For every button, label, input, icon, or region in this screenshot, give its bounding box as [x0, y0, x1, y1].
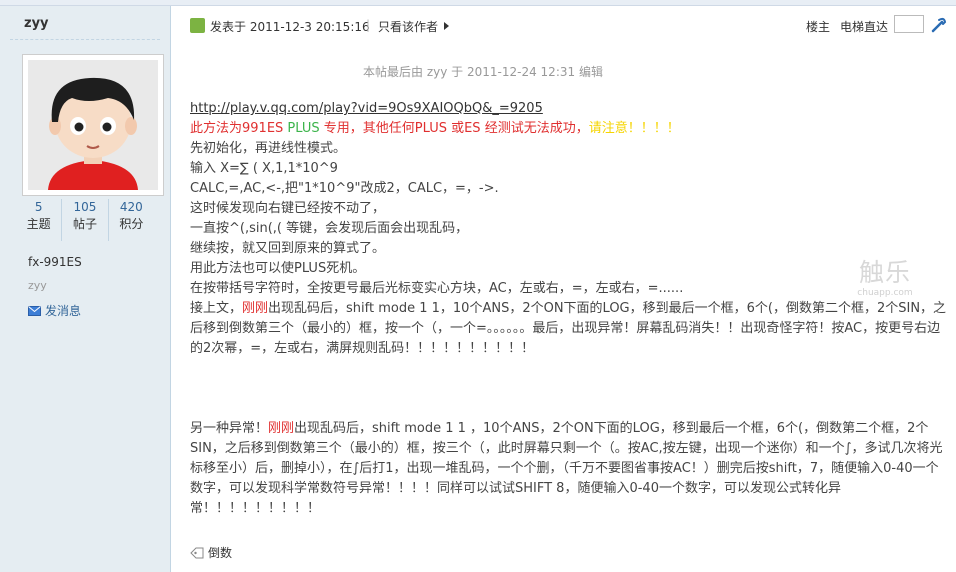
- send-message-label: 发消息: [45, 304, 82, 318]
- stat-number: 105: [73, 200, 97, 214]
- watermark-logo: 触乐: [858, 258, 911, 287]
- only-author-label: 只看该作者: [378, 20, 439, 34]
- envelope-icon: [28, 305, 41, 316]
- post-header: 发表于 2011-12-3 20:15:16 | 只看该作者 楼主 电梯直达: [190, 15, 950, 36]
- paragraph: 另一种异常！刚刚出现乱码后，shift mode 1 1 ，10个ANS，2个O…: [190, 419, 950, 519]
- separator: |: [366, 18, 371, 32]
- warning-plus: PLUS: [287, 121, 320, 136]
- tag-link[interactable]: 倒数: [190, 544, 232, 561]
- video-link[interactable]: http://play.v.qq.com/play?vid=9Os9XAIOQb…: [190, 101, 543, 116]
- elevator-label: 电梯直达: [840, 20, 889, 34]
- post-content: http://play.v.qq.com/play?vid=9Os9XAIOQb…: [190, 99, 950, 519]
- floor-label: 楼主: [806, 20, 831, 34]
- paragraph-text: 出现乱码后，shift mode 1 1，10个ANS，2个ON下面的LOG，移…: [190, 301, 947, 356]
- edit-note: 本帖最后由 zyy 于 2011-12-24 12:31 编辑: [363, 65, 603, 79]
- jump-go-icon[interactable]: [930, 16, 948, 34]
- stat-label: 积分: [119, 217, 144, 231]
- stat-label: 主题: [26, 217, 51, 231]
- text-line: CALC,=,AC,<-,把"1*10^9"改成2，CALC，=，->.: [190, 181, 499, 196]
- stat-number: 420: [119, 200, 143, 214]
- online-status-icon: [190, 18, 205, 33]
- divider: [10, 39, 160, 40]
- text-line: 一直按^(,sin(,( 等键，会发现后面会出现乱码，: [190, 221, 469, 236]
- cartoon-boy-avatar-icon: [28, 60, 158, 190]
- warning-line: 此方法为991ES PLUS 专用，其他任何PLUS 或ES 经测试无法成功，请…: [190, 119, 950, 139]
- watermark: 触乐 chuapp.com: [852, 258, 918, 298]
- highlight-text: 刚刚: [242, 301, 269, 316]
- user-group: zyy: [28, 279, 47, 292]
- paragraph-text: 出现乱码后，shift mode 1 1 ，10个ANS，2个ON下面的LOG，…: [190, 421, 943, 516]
- highlight-text: 刚刚: [268, 421, 295, 436]
- user-stats: 5 主题 105 帖子 420 积分: [16, 199, 154, 241]
- text-line: 输入 X=∑ ( X,1,1*10^9: [190, 161, 338, 176]
- avatar[interactable]: [22, 54, 164, 196]
- tag-label: 倒数: [208, 546, 233, 560]
- text-line: 用此方法也可以使PLUS死机。: [190, 261, 366, 276]
- only-author-link[interactable]: 只看该作者: [378, 18, 450, 35]
- arrow-right-icon: [444, 22, 450, 30]
- send-message-button[interactable]: 发消息: [28, 302, 81, 319]
- user-title: fx-991ES: [28, 255, 82, 269]
- watermark-url: chuapp.com: [857, 288, 913, 298]
- floor-jump-input[interactable]: [894, 15, 924, 33]
- post-date: 发表于 2011-12-3 20:15:16: [210, 20, 370, 34]
- stat-number: 5: [34, 200, 43, 214]
- text-line: 这时候发现向右键已经按不动了，: [190, 201, 386, 216]
- stat-posts[interactable]: 105 帖子: [61, 199, 107, 241]
- paragraph-text: 接上文，: [190, 301, 243, 316]
- warning-notice: 请注意！！！！: [588, 121, 680, 136]
- stat-label: 帖子: [72, 217, 97, 231]
- author-sidebar: zyy 5 主题 105 帖子 420 积分 fx-991ES zyy 发消息: [0, 6, 171, 572]
- paragraph: 接上文，刚刚出现乱码后，shift mode 1 1，10个ANS，2个ON下面…: [190, 299, 950, 359]
- stat-threads[interactable]: 5 主题: [16, 199, 61, 241]
- stat-credits[interactable]: 420 积分: [107, 199, 154, 241]
- author-name[interactable]: zyy: [24, 16, 49, 31]
- text-line: 继续按，就又回到原来的算式了。: [190, 241, 386, 256]
- tag-icon: [190, 547, 204, 558]
- text-line: 在按带括号字符时，全按更号最后光标变实心方块，AC，左或右，=，左或右，=...…: [190, 281, 684, 296]
- warning-text: 此方法为991ES: [190, 121, 288, 136]
- paragraph-text: 另一种异常！: [190, 421, 269, 436]
- text-line: 先初始化，再进线性模式。: [190, 141, 347, 156]
- warning-text: 专用，其他任何PLUS 或ES 经测试无法成功，: [319, 121, 589, 136]
